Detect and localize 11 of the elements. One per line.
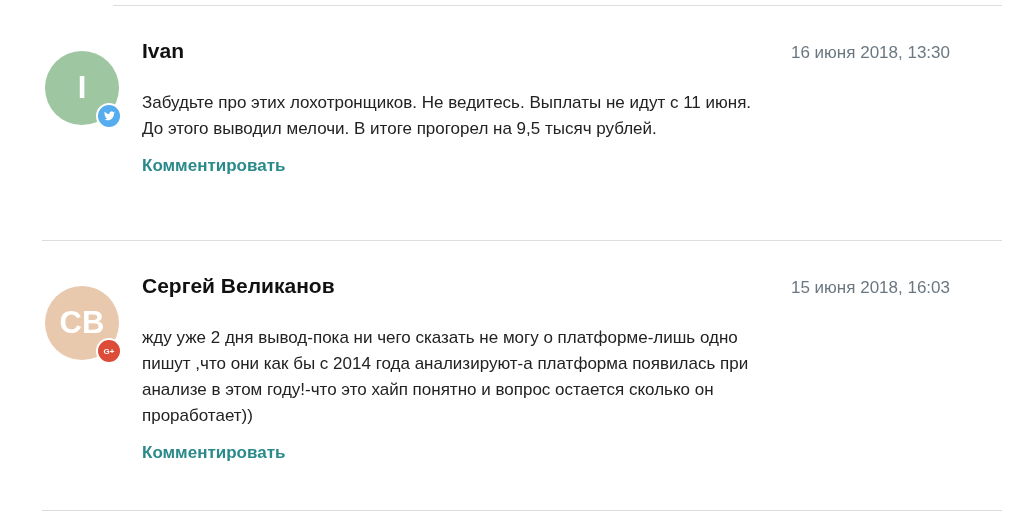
comment-text: Забудьте про этих лохотронщиков. Не ведитесь. Выплаты не идут с 11 июня. До этого выводил мелочи. В итоге прогорел на 9,5 тысяч рублей.	[142, 92, 753, 140]
avatar: I	[45, 51, 119, 125]
bird-icon	[103, 111, 115, 121]
google-plus-badge: G+	[96, 338, 122, 364]
comment-date: 15 июня 2018, 16:03	[791, 278, 950, 298]
comment-date: 16 июня 2018, 13:30	[791, 43, 950, 63]
reply-link[interactable]: Комментировать	[142, 156, 286, 176]
reply-link[interactable]: Комментировать	[142, 443, 286, 463]
author-name: Сергей Великанов	[142, 274, 335, 298]
comment-text: жду уже 2 дня вывод-пока ни чего сказать не могу о платформе-лишь одно пишут ,что они как бы с 2014 года анализируют-а платформа появилась при анализе в этом году!-что это хайп понятно и вопрос остается сколько он проработает))	[142, 327, 750, 427]
author-name: Ivan	[142, 39, 185, 63]
